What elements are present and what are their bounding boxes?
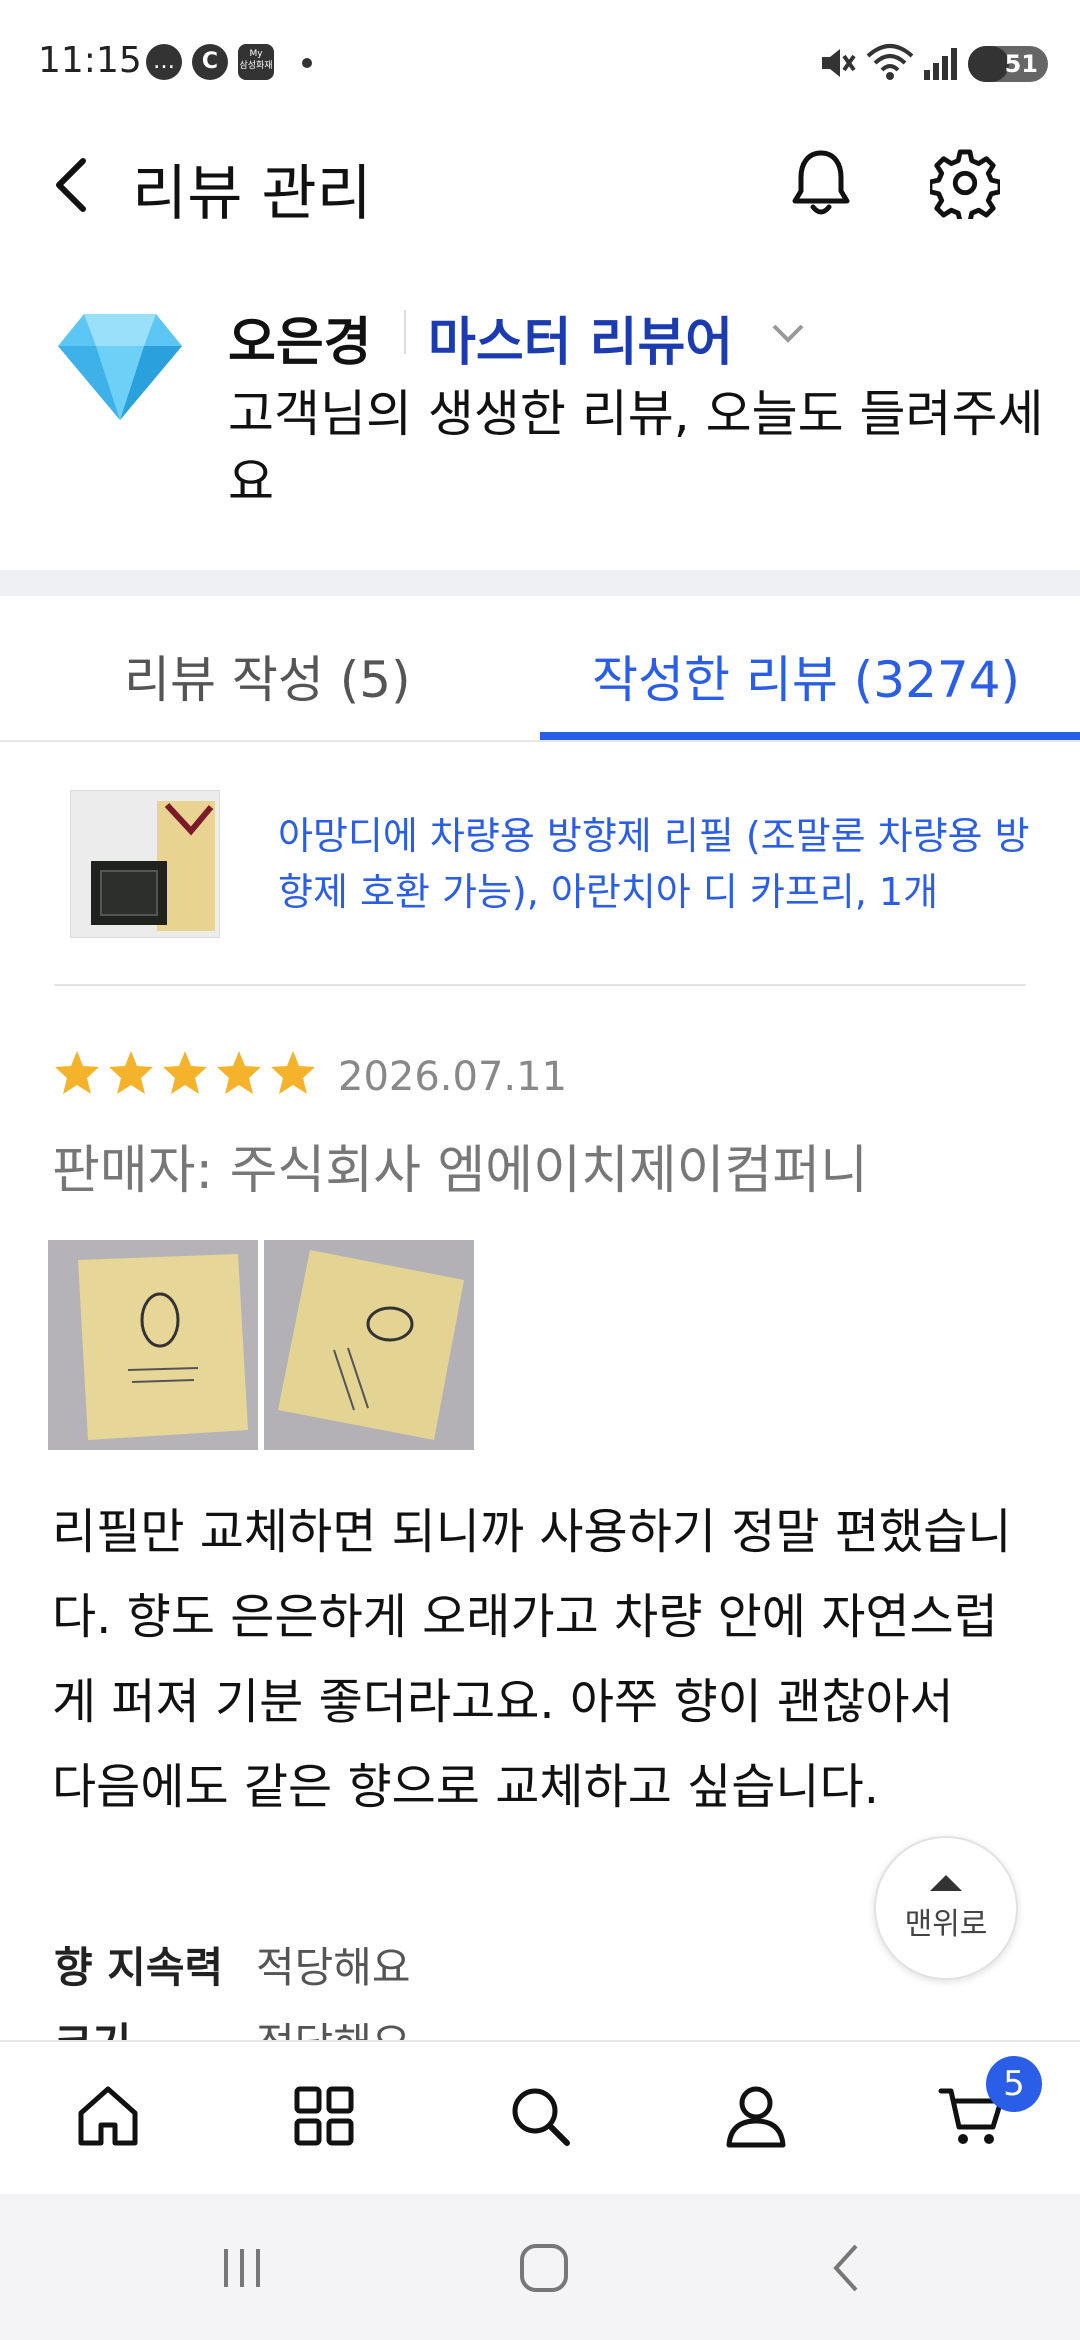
back-arrow-icon (833, 2244, 858, 2292)
gear-icon (930, 149, 1000, 219)
battery-level: 51 (1004, 50, 1038, 78)
product-name-link[interactable]: 아망디에 차량용 방향제 리필 (조말론 차량용 방향제 호환 가능), 아란치… (278, 808, 1038, 920)
attribute-value: 적당해요 (256, 1943, 411, 1992)
star-icon (271, 1051, 315, 1094)
review-photo-2[interactable] (264, 1240, 474, 1450)
chevron-left-icon (56, 158, 86, 212)
review-photo-1-image (48, 1240, 258, 1450)
review-photo-1[interactable] (48, 1240, 258, 1450)
recents-button[interactable] (202, 2228, 282, 2308)
star-rating (52, 1048, 318, 1098)
scroll-to-top-label: 맨위로 (904, 1907, 988, 1942)
back-button[interactable] (36, 150, 106, 220)
chat-icon: … (146, 44, 182, 80)
nav-search[interactable] (500, 2076, 580, 2156)
settings-button[interactable] (930, 148, 1000, 219)
samsung-pay-icon: My 삼성화재 (238, 44, 274, 80)
home-system-button[interactable] (504, 2228, 584, 2308)
star-icon (109, 1051, 153, 1094)
status-time: 11:15 (38, 40, 142, 81)
notification-button[interactable] (786, 148, 856, 218)
search-icon (512, 2088, 570, 2146)
profile-separator (404, 310, 406, 354)
attribute-label: 향 지속력 (54, 1943, 224, 1992)
review-date: 2026.07.11 (338, 1054, 568, 1100)
section-divider (0, 570, 1080, 596)
review-body: 리필만 교체하면 되니까 사용하기 정말 편했습니다. 향도 은은하게 오래가고… (52, 1504, 1012, 1815)
back-system-button[interactable] (806, 2228, 886, 2308)
battery-fill (968, 46, 1009, 82)
person-icon (726, 2086, 786, 2148)
nav-my[interactable] (716, 2076, 796, 2156)
dot-icon (302, 58, 312, 68)
active-tab-indicator (540, 732, 1080, 740)
tab-bar-border (0, 740, 1080, 742)
product-divider (54, 984, 1026, 986)
profile-name: 오은경 (228, 313, 372, 373)
recents-icon (224, 2249, 260, 2287)
star-icon (217, 1051, 261, 1094)
chevron-down-icon[interactable] (768, 318, 808, 346)
review-photo-2-image (264, 1240, 474, 1450)
scroll-to-top-button[interactable]: 맨위로 (874, 1836, 1018, 1980)
diamond-icon (58, 314, 182, 420)
wifi-icon (866, 44, 914, 80)
bell-icon (792, 150, 850, 215)
cart-count-badge: 5 (986, 2056, 1042, 2112)
nav-category[interactable] (284, 2076, 364, 2156)
grid-icon (294, 2086, 354, 2146)
home-square-icon (520, 2244, 568, 2292)
c-icon: C (192, 44, 228, 80)
profile-message: 고객님의 생생한 리뷰, 오늘도 들려주세요 (228, 385, 1044, 511)
tab-written-reviews[interactable]: 작성한 리뷰 (3274) (592, 640, 1020, 712)
star-icon (163, 1051, 207, 1094)
home-icon (78, 2086, 138, 2146)
battery-icon: 51 (968, 46, 1048, 82)
product-thumbnail[interactable] (70, 790, 220, 938)
nav-home[interactable] (68, 2076, 148, 2156)
signal-icon (924, 48, 957, 80)
seller-name: 판매자: 주식회사 엠에이치제이컴퍼니 (52, 1141, 869, 1201)
product-image (71, 791, 219, 937)
star-icon (55, 1051, 99, 1094)
mute-icon (822, 49, 856, 77)
reviewer-rank[interactable]: 마스터 리뷰어 (428, 300, 733, 375)
caret-up-icon (930, 1875, 962, 1891)
page-title: 리뷰 관리 (132, 159, 372, 229)
tab-review-write[interactable]: 리뷰 작성 (5) (124, 640, 411, 712)
